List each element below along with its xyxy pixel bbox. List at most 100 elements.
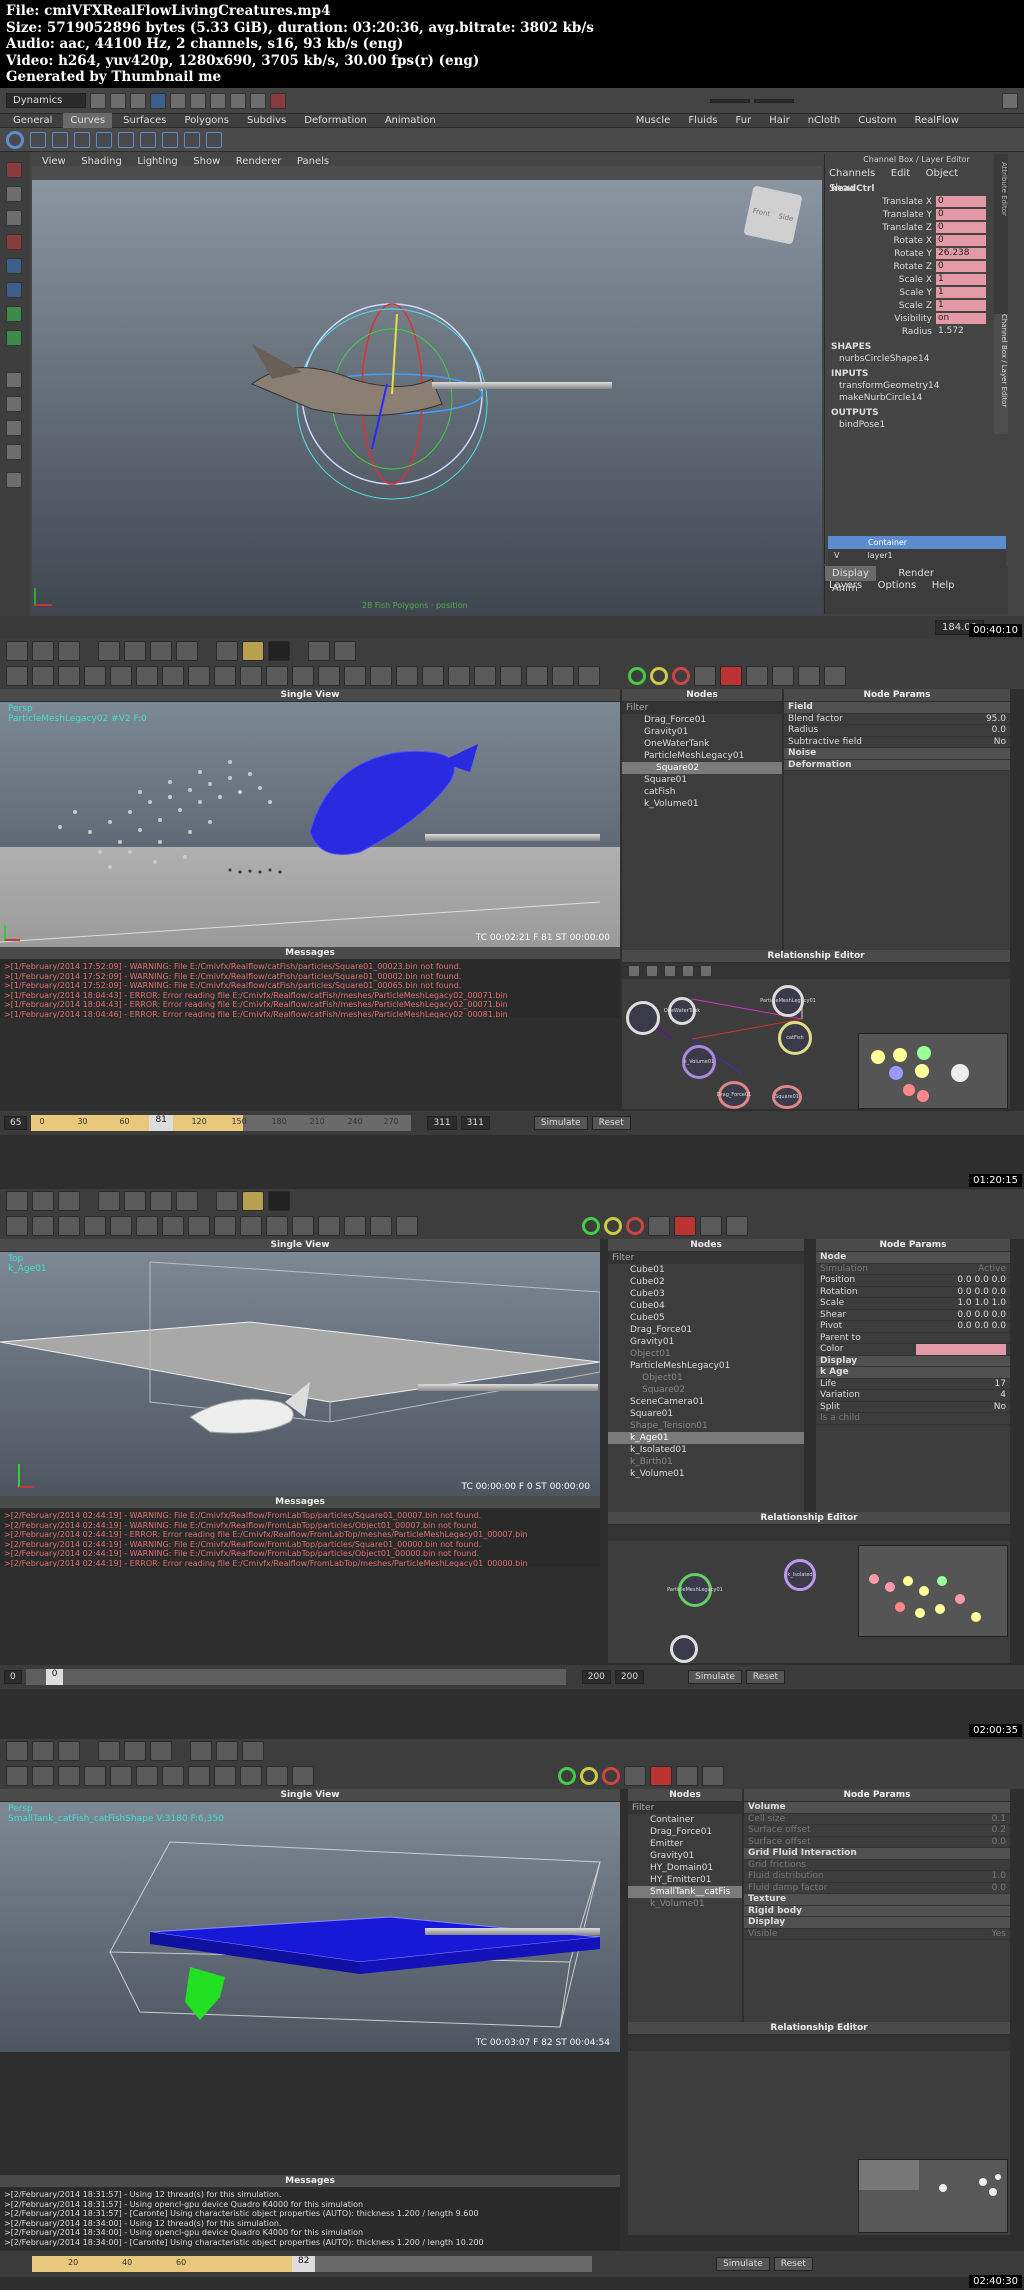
node-item[interactable]: Square01 xyxy=(622,774,782,786)
node-item[interactable]: Object01 xyxy=(608,1348,804,1360)
shelf-tab-surfaces[interactable]: Surfaces xyxy=(116,113,173,128)
channel-row[interactable]: Scale Y1 xyxy=(825,286,986,299)
cube-node-icon[interactable] xyxy=(552,666,574,686)
emitter-cylinder-icon[interactable] xyxy=(110,666,132,686)
layout-four-icon[interactable] xyxy=(6,396,22,412)
open-scene-icon[interactable] xyxy=(32,1741,54,1761)
cube-node-icon[interactable] xyxy=(396,1216,418,1236)
move-icon[interactable] xyxy=(98,1191,120,1211)
nodes-filter[interactable]: Filter xyxy=(608,1252,804,1264)
shelf-tab-fluids[interactable]: Fluids xyxy=(681,113,724,128)
node-item[interactable]: catFish xyxy=(622,786,782,798)
toggle-attribute-editor-icon[interactable] xyxy=(1002,92,1018,109)
save-scene-icon[interactable] xyxy=(58,1191,80,1211)
view-cube-side[interactable]: Side xyxy=(778,212,794,223)
rel-node[interactable]: Square01 xyxy=(772,1085,802,1109)
select-icon[interactable] xyxy=(216,1191,238,1211)
save-scene-icon[interactable] xyxy=(58,641,80,661)
select-icon[interactable] xyxy=(190,1741,212,1761)
scale-tool-icon[interactable] xyxy=(6,282,22,298)
select-icon[interactable] xyxy=(216,641,238,661)
shelf-tab-deformation[interactable]: Deformation xyxy=(297,113,373,128)
move-tool-icon[interactable] xyxy=(6,234,22,250)
param-row[interactable]: Fluid damp factor 0.0 xyxy=(744,1883,1010,1894)
open-scene-icon[interactable] xyxy=(110,92,126,109)
cv-curve-icon[interactable] xyxy=(52,131,68,148)
nurbs-square-icon[interactable] xyxy=(30,131,46,148)
simulate-button[interactable]: Simulate xyxy=(688,1670,742,1684)
timeline-playhead[interactable]: 0 xyxy=(45,1669,64,1685)
cb-menu-edit[interactable]: Edit xyxy=(891,168,910,179)
channel-row[interactable]: Translate Y0 xyxy=(825,208,986,221)
node-item[interactable]: Drag_Force01 xyxy=(628,1826,742,1838)
camera-node-icon[interactable] xyxy=(344,1216,366,1236)
timeline-max-field[interactable]: 200 xyxy=(614,1670,645,1684)
channel-row[interactable]: Rotate Z0 xyxy=(825,260,986,273)
maya-timeline[interactable]: 184.00 xyxy=(0,616,1024,639)
output-node[interactable]: bindPose1 xyxy=(839,419,1008,431)
sim-yellow-icon[interactable] xyxy=(604,1217,622,1235)
node-item[interactable]: Emitter xyxy=(628,1838,742,1850)
graph-icon[interactable] xyxy=(676,1766,698,1786)
reset-button[interactable]: Reset xyxy=(773,2257,813,2271)
emitter-square-icon[interactable] xyxy=(32,1766,54,1786)
snap-point-icon[interactable] xyxy=(210,92,226,109)
emitter-square-icon[interactable] xyxy=(32,666,54,686)
camera-icon[interactable] xyxy=(242,1741,264,1761)
cb-menu-channels[interactable]: Channels xyxy=(829,168,875,179)
emitter-cube-icon[interactable] xyxy=(136,666,158,686)
daemon-noise-icon[interactable] xyxy=(240,1216,262,1236)
stop-icon[interactable] xyxy=(674,1216,696,1236)
daemon-age-icon[interactable] xyxy=(292,1216,314,1236)
daemon-gravity-icon[interactable] xyxy=(214,666,236,686)
object-node-icon[interactable] xyxy=(500,666,522,686)
light-icon[interactable] xyxy=(242,641,264,661)
camera-icon[interactable] xyxy=(268,641,290,661)
light-icon[interactable] xyxy=(216,1741,238,1761)
relationship-editor[interactable]: ParticleMeshLegacy01 k_Isolated xyxy=(608,1525,1010,1663)
channel-row[interactable]: Scale Z1 xyxy=(825,299,986,312)
shelf-tab-custom[interactable]: Custom xyxy=(851,113,903,128)
simulate-button[interactable]: Simulate xyxy=(716,2257,770,2271)
param-row[interactable]: Subtractive field No xyxy=(784,737,1010,748)
emitter-triangle-icon[interactable] xyxy=(58,1216,80,1236)
param-row[interactable]: Rotation 0.0 0.0 0.0 xyxy=(816,1287,1010,1298)
maya-viewport[interactable]: View Shading Lighting Show Renderer Pane… xyxy=(32,154,822,614)
emitter-spline-icon[interactable] xyxy=(162,666,184,686)
sim-red-icon[interactable] xyxy=(626,1217,644,1235)
node-item[interactable]: Drag_Force01 xyxy=(622,714,782,726)
param-row[interactable]: Surface offset 0.2 xyxy=(744,1825,1010,1837)
sim-red-icon[interactable] xyxy=(672,667,690,685)
param-row[interactable]: Surface offset 0.0 xyxy=(744,1837,1010,1848)
snap-curve-icon[interactable] xyxy=(190,92,206,109)
rel-tool-icon[interactable] xyxy=(682,965,694,977)
lasso-tool-icon[interactable] xyxy=(6,186,22,202)
shelf-tab-hair[interactable]: Hair xyxy=(762,113,797,128)
node-item[interactable]: Gravity01 xyxy=(608,1336,804,1348)
cylinder-node-icon[interactable] xyxy=(578,666,600,686)
select-mode-icon[interactable] xyxy=(150,92,166,109)
timeline-end-field[interactable]: 311 xyxy=(427,1116,457,1130)
emitter-cube-icon[interactable] xyxy=(136,1766,158,1786)
shelf-tab-general[interactable]: General xyxy=(6,113,59,128)
sim-yellow-icon[interactable] xyxy=(650,667,668,685)
rel-node[interactable] xyxy=(626,1001,660,1035)
save-scene-icon[interactable] xyxy=(130,92,146,109)
ipr-render-icon[interactable] xyxy=(250,92,266,109)
relationship-editor[interactable] xyxy=(628,2035,1010,2235)
camera-node-icon[interactable] xyxy=(448,666,470,686)
daemon-drag-icon[interactable] xyxy=(266,666,288,686)
open-scene-icon[interactable] xyxy=(32,641,54,661)
node-item[interactable]: k_Isolated01 xyxy=(608,1444,804,1456)
node-item[interactable]: ParticleMeshLegacy01 xyxy=(622,750,782,762)
layout-split-icon[interactable] xyxy=(334,641,356,661)
light-icon[interactable] xyxy=(242,1191,264,1211)
rotate-icon[interactable] xyxy=(124,1741,146,1761)
daemon-vortex-icon[interactable] xyxy=(292,666,314,686)
param-row[interactable]: Position 0.0 0.0 0.0 xyxy=(816,1275,1010,1287)
node-item[interactable]: k_Volume01 xyxy=(622,798,782,810)
nurbs-circle-icon[interactable] xyxy=(6,130,24,149)
emitter-object-icon[interactable] xyxy=(188,666,210,686)
mode-select[interactable]: Dynamics xyxy=(6,93,86,108)
move-icon[interactable] xyxy=(98,1741,120,1761)
